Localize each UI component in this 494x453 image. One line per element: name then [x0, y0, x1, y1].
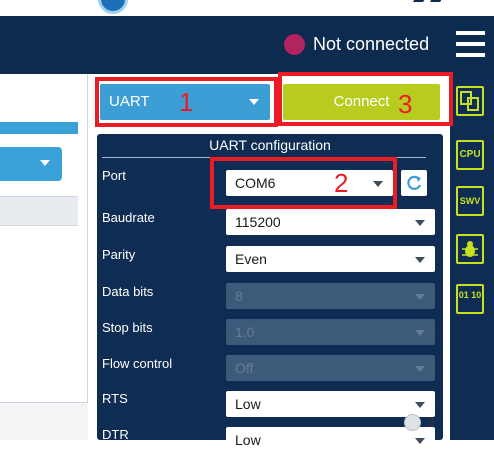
annotation-box-2 — [210, 157, 397, 209]
rts-label: RTS — [102, 391, 128, 406]
annotation-number-1: 1 — [179, 87, 194, 117]
bug-icon[interactable] — [456, 234, 484, 264]
stop-bits-label: Stop bits — [102, 320, 153, 335]
baudrate-label: Baudrate — [102, 210, 155, 225]
annotation-number-3: 3 — [398, 89, 413, 119]
cpu-icon[interactable]: CPU — [456, 140, 484, 170]
port-label: Port — [102, 168, 126, 183]
baudrate-select[interactable]: 115200 — [226, 209, 435, 235]
dtr-select[interactable]: Low — [226, 427, 435, 453]
refresh-icon — [407, 175, 422, 190]
chevron-down-icon — [415, 402, 425, 408]
parity-label: Parity — [102, 247, 136, 262]
menu-hamburger-icon[interactable] — [456, 31, 485, 57]
rts-select-value: Low — [235, 396, 261, 412]
chevron-down-icon — [415, 438, 425, 444]
chevron-down-icon — [415, 220, 425, 226]
left-panel-table-header — [0, 196, 78, 226]
radio-label: 3 — [427, 414, 435, 429]
chevron-down-icon — [415, 294, 425, 300]
left-panel-tab-indicator — [0, 122, 78, 134]
logo-wordmark-icon — [413, 0, 442, 2]
chevron-down-icon — [415, 330, 425, 336]
dtr-select-value: Low — [235, 432, 261, 448]
refresh-ports-button[interactable] — [401, 170, 427, 196]
flow-control-select-value: Off — [235, 360, 254, 376]
radio-button[interactable] — [404, 414, 421, 431]
baudrate-select-value: 115200 — [235, 214, 281, 230]
dtr-label: DTR — [102, 427, 129, 442]
stop-bits-select: 1.0 — [226, 319, 435, 345]
chevron-down-icon — [415, 366, 425, 372]
top-logo-strip — [0, 0, 494, 16]
data-bits-label: Data bits — [102, 284, 154, 299]
flow-control-select: Off — [226, 355, 435, 381]
left-panel-footer — [0, 402, 88, 440]
bug-glyph-icon — [462, 241, 478, 257]
connection-status-text: Not connected — [313, 34, 430, 54]
flow-control-label: Flow control — [102, 356, 173, 371]
stop-bits-select-value: 1.0 — [235, 324, 255, 340]
logo-globe-icon — [98, 0, 128, 14]
data-bits-select-value: 8 — [235, 288, 243, 304]
annotation-box-3 — [278, 72, 453, 126]
uart-config-title: UART configuration — [209, 137, 331, 153]
swv-icon[interactable]: SWV — [456, 186, 484, 216]
memory-icon[interactable] — [456, 86, 484, 116]
parity-select[interactable]: Even — [226, 246, 435, 272]
left-panel-dropdown[interactable] — [0, 147, 62, 181]
binary-icon[interactable]: 01 10 — [456, 284, 484, 314]
parity-select-value: Even — [235, 251, 267, 267]
memory-glyph-icon — [460, 91, 479, 111]
annotation-number-2: 2 — [334, 168, 349, 198]
rts-select[interactable]: Low — [226, 391, 435, 417]
data-bits-select: 8 — [226, 283, 435, 309]
chevron-down-icon — [415, 257, 425, 263]
chevron-down-icon — [40, 160, 50, 166]
connection-status-dot — [284, 34, 305, 55]
